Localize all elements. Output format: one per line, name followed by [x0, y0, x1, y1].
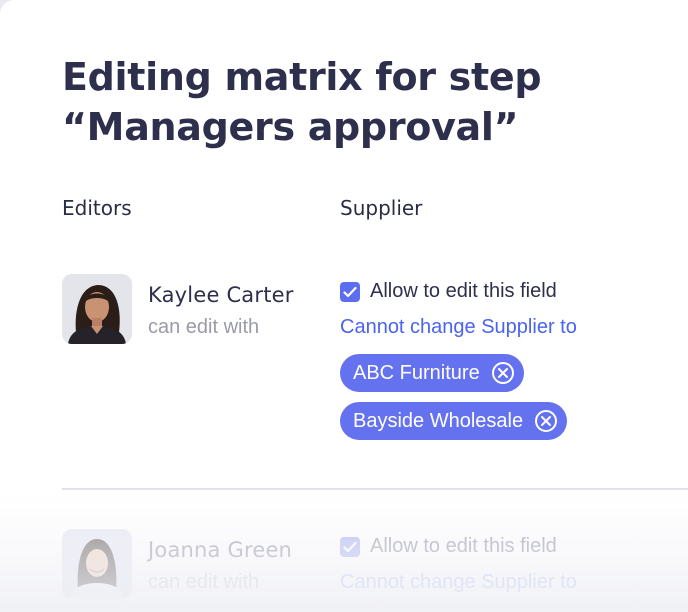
- column-header-editors: Editors: [62, 196, 132, 220]
- supplier-chip-label: Bayside Wholesale: [353, 409, 524, 432]
- check-icon: [343, 541, 357, 552]
- avatar: [62, 529, 132, 599]
- checkbox[interactable]: [340, 536, 360, 557]
- remove-chip-button[interactable]: [490, 360, 516, 386]
- check-icon: [343, 286, 357, 297]
- allow-edit-label: Allow to edit this field: [370, 535, 557, 557]
- page-title-line1: Editing matrix for step: [62, 55, 542, 99]
- supplier-chip-label: ABC Furniture: [353, 361, 480, 384]
- close-circle-icon: [491, 362, 514, 384]
- supplier-rule-link[interactable]: Cannot change Supplier to: [340, 316, 577, 339]
- page-title: Editing matrix for step “Managers approv…: [62, 52, 662, 152]
- page-title-line2: “Managers approval”: [62, 105, 519, 149]
- supplier-rule-link[interactable]: Cannot change Supplier to: [340, 571, 577, 594]
- checkbox[interactable]: [340, 281, 360, 302]
- editor-name: Joanna Green: [148, 538, 293, 562]
- close-circle-icon: [535, 410, 558, 432]
- remove-chip-button[interactable]: [533, 408, 559, 434]
- editor-permission-text: can edit with: [148, 316, 260, 338]
- column-header-supplier: Supplier: [340, 196, 423, 220]
- editing-matrix-card: Editing matrix for step “Managers approv…: [0, 0, 688, 612]
- allow-edit-toggle[interactable]: Allow to edit this field: [340, 280, 557, 303]
- editor-permission-text: can edit with: [148, 571, 260, 593]
- allow-edit-toggle[interactable]: Allow to edit this field: [340, 535, 557, 558]
- avatar: [62, 274, 132, 344]
- supplier-chip: Bayside Wholesale: [340, 402, 568, 440]
- row-divider: [62, 488, 688, 490]
- supplier-chip: ABC Furniture: [340, 354, 524, 392]
- editor-name: Kaylee Carter: [148, 283, 294, 307]
- allow-edit-label: Allow to edit this field: [370, 280, 557, 302]
